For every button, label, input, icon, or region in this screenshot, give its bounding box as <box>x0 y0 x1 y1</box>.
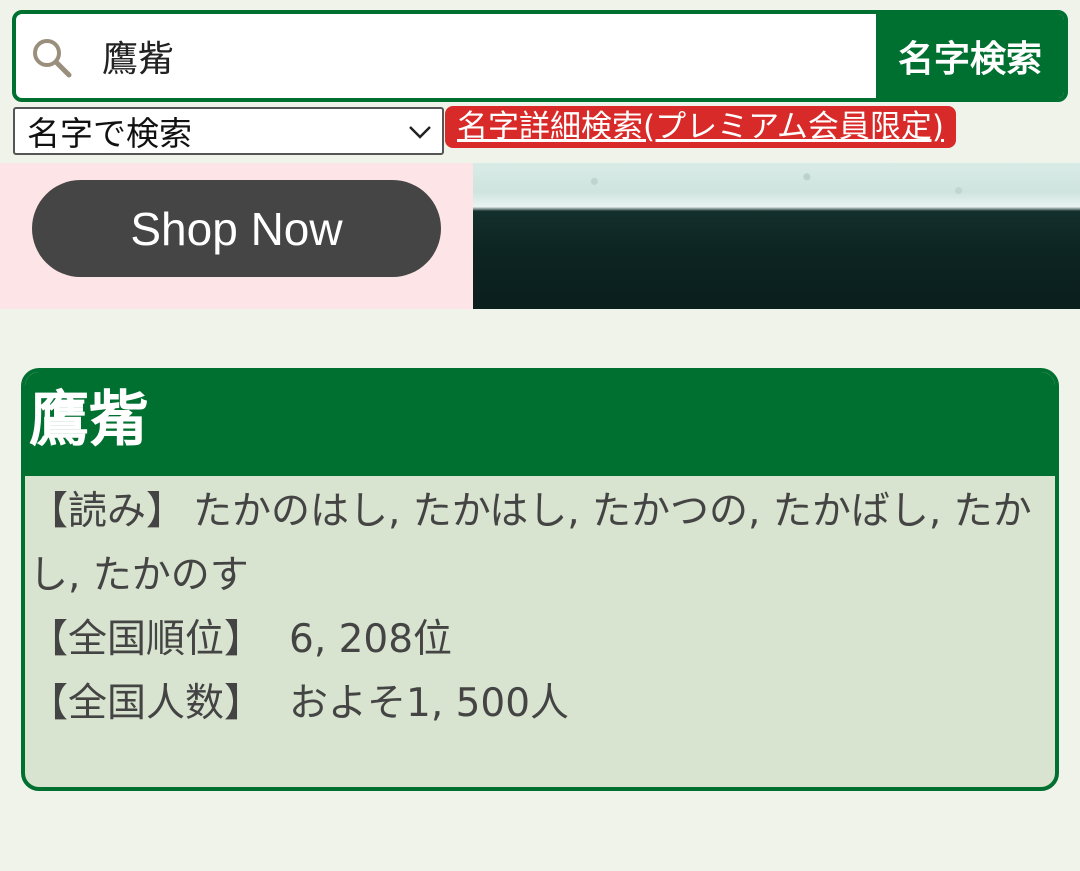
search-button[interactable]: 名字検索 <box>876 14 1064 98</box>
rank-label: 【全国順位】 <box>29 617 264 662</box>
ad-banner[interactable]: Shop Now <box>0 163 1080 309</box>
surname-result-card: 鷹觜 【読み】 たかのはし, たかはし, たかつの, たかばし, たかし, たかの… <box>21 368 1059 791</box>
search-bar: 名字検索 <box>12 10 1068 102</box>
chevron-down-icon <box>409 126 431 139</box>
readings-label: 【読み】 <box>29 489 186 534</box>
search-mode-selected: 名字で検索 <box>27 114 192 153</box>
count-label: 【全国人数】 <box>29 681 264 726</box>
count-value: およそ1, 500人 <box>289 681 570 726</box>
search-icon <box>33 39 72 78</box>
search-mode-select[interactable]: 名字で検索 <box>13 107 444 155</box>
ad-image[interactable] <box>473 163 1080 309</box>
readings-row: 【読み】 たかのはし, たかはし, たかつの, たかばし, たかし, たかのす <box>29 480 1043 608</box>
ad-image-texture <box>473 163 1080 209</box>
surname-title: 鷹觜 <box>29 385 149 455</box>
premium-search-link[interactable]: 名字詳細検索(プレミアム会員限定) <box>445 106 957 148</box>
count-row: 【全国人数】 およそ1, 500人 <box>29 672 1043 736</box>
result-details: 【読み】 たかのはし, たかはし, たかつの, たかばし, たかし, たかのす 【… <box>29 480 1043 736</box>
search-input[interactable] <box>102 14 872 98</box>
rank-value: 6, 208位 <box>289 617 453 662</box>
result-header: 鷹觜 <box>25 372 1055 476</box>
rank-row: 【全国順位】 6, 208位 <box>29 608 1043 672</box>
shop-now-button[interactable]: Shop Now <box>32 180 441 277</box>
